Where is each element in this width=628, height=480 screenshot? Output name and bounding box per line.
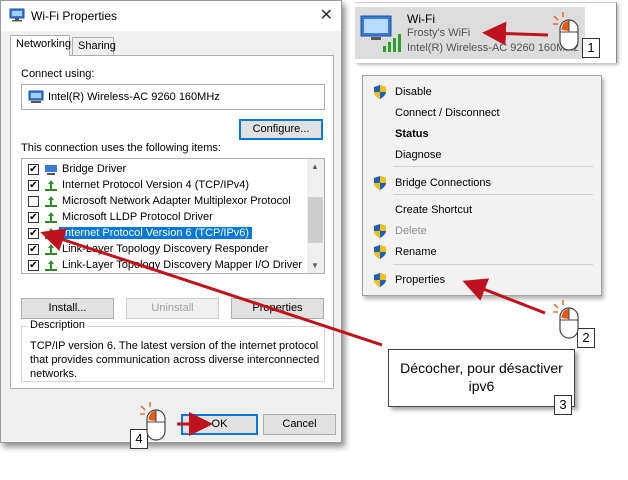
properties-button[interactable]: Properties [231,298,324,319]
menu-item-create-shortcut[interactable]: Create Shortcut [395,204,472,216]
list-scrollbar[interactable]: ▲ ▼ [307,159,324,273]
list-item[interactable]: ✔ Internet Protocol Version 4 (TCP/IPv4) [22,178,306,194]
networking-panel: Connect using: Intel(R) Wireless-AC 9260… [10,55,334,389]
instruction-callout: Décocher, pour désactiver ipv6 [388,349,575,407]
ok-button[interactable]: OK [181,414,258,435]
item-checkbox[interactable]: ✔ [28,164,39,175]
protocol-icon [45,180,57,191]
description-text: TCP/IP version 6. The latest version of … [30,340,320,380]
description-group: Description TCP/IP version 6. The latest… [21,319,325,382]
item-label: Internet Protocol Version 6 (TCP/IPv6) [57,226,254,240]
step-number-3: 3 [554,395,572,415]
item-label: Link-Layer Topology Discovery Responder [62,243,269,255]
item-checkbox[interactable]: ✔ [28,180,39,191]
protocol-icon [45,196,57,207]
menu-item-bridge-connections[interactable]: Bridge Connections [395,177,491,189]
menu-item-disable[interactable]: Disable [395,86,432,98]
tab-sharing[interactable]: Sharing [72,37,116,55]
uac-shield-icon [374,224,386,238]
title-bar[interactable]: Wi-Fi Properties ✕ [1,1,341,31]
step-number-2: 2 [577,328,595,348]
uninstall-button[interactable]: Uninstall [126,298,219,319]
description-title: Description [28,319,88,331]
wifi-connection-tile[interactable]: Wi-Fi Frosty's WiFi Intel(R) Wireless-AC… [355,2,617,63]
protocol-icon [45,212,57,223]
uac-shield-icon [374,245,386,259]
items-list[interactable]: ✔ Bridge Driver ✔ Internet Protocol Vers… [21,158,325,274]
protocol-icon [45,228,57,239]
wifi-adapter-icon [360,15,401,52]
scroll-up-icon[interactable]: ▲ [311,162,319,171]
close-icon[interactable]: ✕ [320,5,333,25]
menu-item-delete[interactable]: Delete [395,225,427,237]
item-label: Bridge Driver [62,163,127,175]
list-item[interactable]: Microsoft Network Adapter Multiplexor Pr… [22,194,306,210]
list-item[interactable]: ✔ Link-Layer Topology Discovery Responde… [22,242,306,258]
scroll-down-icon[interactable]: ▼ [311,261,319,270]
item-label: Microsoft Network Adapter Multiplexor Pr… [62,195,291,207]
adapter-name: Intel(R) Wireless-AC 9260 160MHz [48,91,220,103]
list-item-selected[interactable]: ✔ Internet Protocol Version 6 (TCP/IPv6) [22,226,306,242]
list-item[interactable]: ✔ Link-Layer Topology Discovery Mapper I… [22,258,306,273]
menu-item-status[interactable]: Status [395,128,429,140]
menu-separator [393,166,593,167]
item-label: Link-Layer Topology Discovery Mapper I/O… [62,259,303,271]
menu-item-rename[interactable]: Rename [395,246,437,258]
list-item[interactable]: ✔ Bridge Driver [22,162,306,178]
network-adapter-icon [28,90,44,103]
protocol-icon [45,244,57,255]
item-checkbox[interactable]: ✔ [28,244,39,255]
wifi-adapter: Intel(R) Wireless-AC 9260 160MHz [407,42,579,54]
wifi-name: Wi-Fi [407,12,435,26]
item-checkbox[interactable]: ✔ [28,228,39,239]
item-checkbox[interactable]: ✔ [28,212,39,223]
tab-networking[interactable]: Networking [10,35,71,56]
step-number-4: 4 [130,429,148,449]
install-button[interactable]: Install... [21,298,114,319]
menu-item-connect-disconnect[interactable]: Connect / Disconnect [395,107,500,119]
network-adapter-icon [9,8,25,22]
menu-item-diagnose[interactable]: Diagnose [395,149,441,161]
context-menu: Disable Connect / Disconnect Status Diag… [362,75,602,296]
items-label: This connection uses the following items… [21,142,221,154]
mouse-icon [553,300,579,339]
uac-shield-icon [374,273,386,287]
wifi-properties-dialog: Wi-Fi Properties ✕ Networking Sharing Co… [0,0,342,443]
connect-using-label: Connect using: [21,68,95,80]
item-label: Microsoft LLDP Protocol Driver [62,211,213,223]
menu-item-properties[interactable]: Properties [395,274,445,286]
uac-shield-icon [374,85,386,99]
wifi-network: Frosty's WiFi [407,27,471,39]
uac-shield-icon [374,176,386,190]
network-adapter-icon [45,165,57,175]
step-number-1: 1 [582,38,600,58]
dialog-title: Wi-Fi Properties [31,9,118,23]
item-checkbox[interactable]: ✔ [28,260,39,271]
item-checkbox[interactable] [28,196,39,207]
configure-button[interactable]: Configure... [239,119,323,140]
adapter-field: Intel(R) Wireless-AC 9260 160MHz [21,84,325,110]
scroll-thumb[interactable] [308,197,323,243]
menu-separator [393,264,593,265]
protocol-icon [45,260,57,271]
list-item[interactable]: ✔ Microsoft LLDP Protocol Driver [22,210,306,226]
menu-separator [393,194,593,195]
cancel-button[interactable]: Cancel [263,414,336,435]
item-label: Internet Protocol Version 4 (TCP/IPv4) [62,179,250,191]
